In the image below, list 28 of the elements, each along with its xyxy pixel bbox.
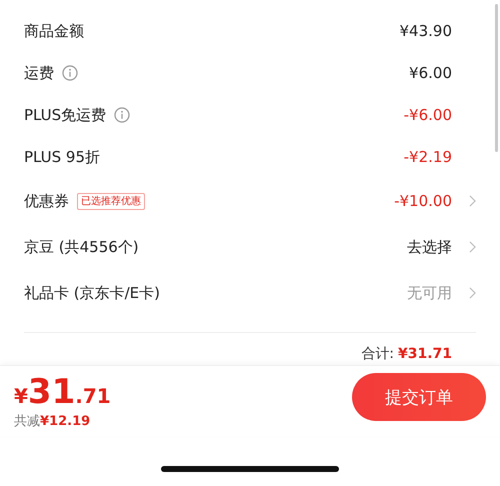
total-value: ¥31.71 — [398, 346, 452, 362]
row-value: -¥10.00 — [394, 192, 452, 210]
chevron-icon[interactable] — [469, 241, 476, 253]
row-label: 礼品卡 (京东卡/E卡) — [24, 284, 160, 302]
info-icon[interactable] — [62, 65, 78, 81]
saved-value: ¥12.19 — [40, 414, 90, 429]
chevron-icon[interactable] — [469, 287, 476, 299]
row-value: -¥2.19 — [404, 148, 452, 166]
row-value: -¥6.00 — [404, 106, 452, 124]
recommended-tag: 已选推荐优惠 — [77, 192, 145, 210]
row-label: 运费 — [24, 64, 54, 82]
scrollbar[interactable] — [495, 4, 498, 152]
row-label: 商品金额 — [24, 22, 84, 40]
submit-order-button[interactable]: 提交订单 — [352, 373, 486, 421]
total-label: 合计: — [361, 345, 394, 363]
row-value: ¥43.90 — [400, 22, 452, 40]
row-label: 优惠券 — [24, 192, 69, 210]
row-label: PLUS 95折 — [24, 148, 100, 166]
home-indicator[interactable] — [161, 466, 339, 472]
row-value: 去选择 — [407, 238, 452, 256]
row-label: PLUS免运费 — [24, 106, 106, 124]
total-price: ¥31.71 — [14, 372, 111, 412]
row-label: 京豆 (共4556个) — [24, 238, 139, 256]
saved-label: 共减 — [14, 414, 40, 429]
row-value: ¥6.00 — [409, 64, 452, 82]
row-value: 无可用 — [407, 284, 452, 302]
info-icon[interactable] — [114, 107, 130, 123]
chevron-icon[interactable] — [469, 195, 476, 207]
